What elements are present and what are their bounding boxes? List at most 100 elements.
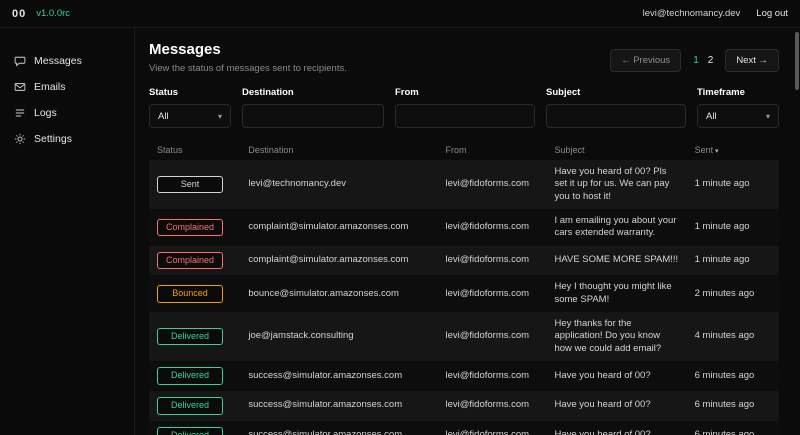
destination-cell: complaint@simulator.amazonses.com bbox=[240, 209, 437, 246]
user-email: levi@technomancy.dev bbox=[643, 8, 741, 19]
previous-button[interactable]: ← Previous bbox=[610, 49, 681, 72]
table-row[interactable]: Complained complaint@simulator.amazonses.… bbox=[149, 209, 779, 246]
logout-link[interactable]: Log out bbox=[756, 8, 788, 19]
sent-cell: 1 minute ago bbox=[687, 160, 779, 209]
table-row[interactable]: Deliveredsuccess@simulator.amazonses.com… bbox=[149, 391, 779, 421]
sent-cell: 2 minutes ago bbox=[687, 275, 779, 312]
logs-icon bbox=[14, 107, 26, 119]
column-header-sent[interactable]: Sent ▾ bbox=[687, 140, 779, 160]
messages-icon bbox=[14, 55, 26, 67]
destination-cell: complaint@simulator.amazonses.com bbox=[240, 246, 437, 276]
from-cell: levi@fidoforms.com bbox=[438, 421, 547, 435]
sidebar-item-label: Emails bbox=[34, 81, 66, 93]
subject-cell: Hey thanks for the application! Do you k… bbox=[546, 312, 686, 361]
status-badge: Sent bbox=[157, 176, 223, 194]
scrollbar-thumb[interactable] bbox=[795, 32, 799, 90]
status-badge: Delivered bbox=[157, 427, 223, 435]
destination-cell: success@simulator.amazonses.com bbox=[240, 421, 437, 435]
filter-label-status: Status bbox=[149, 87, 231, 98]
gear-icon bbox=[14, 133, 26, 145]
pagination: ← Previous 12 Next → bbox=[610, 49, 779, 72]
page-number-1[interactable]: 1 bbox=[693, 55, 699, 66]
status-badge: Bounced bbox=[157, 285, 223, 303]
filter-field-destination bbox=[242, 104, 384, 128]
table-row[interactable]: Bounced bounce@simulator.amazonses.comlev… bbox=[149, 275, 779, 312]
filter-label-subject: Subject bbox=[546, 87, 686, 98]
sidebar: Messages Emails Logs Settings bbox=[0, 28, 135, 435]
filter-field-from bbox=[395, 104, 535, 128]
table-row[interactable]: Delivered success@simulator.amazonses.com… bbox=[149, 361, 779, 391]
column-header-from: From bbox=[438, 140, 547, 160]
filter-select-timeframe[interactable]: All ▾ bbox=[697, 104, 779, 128]
sent-cell: 4 minutes ago bbox=[687, 312, 779, 361]
sort-icon: ▾ bbox=[713, 148, 718, 155]
messages-table: StatusDestinationFromSubjectSent ▾ Sentl… bbox=[149, 140, 779, 435]
next-button[interactable]: Next → bbox=[725, 49, 779, 72]
sent-cell: 1 minute ago bbox=[687, 246, 779, 276]
from-cell: levi@fidoforms.com bbox=[438, 209, 547, 246]
table-row[interactable]: Complained complaint@simulator.amazonses.… bbox=[149, 246, 779, 276]
sent-cell: 6 minutes ago bbox=[687, 391, 779, 421]
filter-input-destination[interactable] bbox=[251, 111, 375, 122]
sidebar-item-settings[interactable]: Settings bbox=[0, 126, 134, 152]
filter-select-status[interactable]: All ▾ bbox=[149, 104, 231, 128]
from-cell: levi@fidoforms.com bbox=[438, 312, 547, 361]
destination-cell: success@simulator.amazonses.com bbox=[240, 391, 437, 421]
page-subtitle: View the status of messages sent to reci… bbox=[149, 63, 347, 74]
app-logo[interactable]: 00 bbox=[12, 8, 26, 20]
table-row[interactable]: Delivered success@simulator.amazonses.com… bbox=[149, 421, 779, 435]
destination-cell: success@simulator.amazonses.com bbox=[240, 361, 437, 391]
from-cell: levi@fidoforms.com bbox=[438, 275, 547, 312]
subject-cell: I am emailing you about your cars extend… bbox=[546, 209, 686, 246]
status-badge: Delivered bbox=[157, 367, 223, 385]
from-cell: levi@fidoforms.com bbox=[438, 246, 547, 276]
page-title: Messages bbox=[149, 41, 347, 58]
filter-input-subject[interactable] bbox=[555, 111, 677, 122]
version-label: v1.0.0rc bbox=[36, 8, 70, 19]
main-content: Messages View the status of messages sen… bbox=[135, 28, 800, 435]
select-value: All bbox=[706, 111, 717, 122]
subject-cell: Have you heard of 00? bbox=[546, 421, 686, 435]
destination-cell: levi@technomancy.dev bbox=[240, 160, 437, 209]
sidebar-item-emails[interactable]: Emails bbox=[0, 74, 134, 100]
vertical-scrollbar[interactable] bbox=[794, 28, 800, 435]
sent-cell: 1 minute ago bbox=[687, 209, 779, 246]
status-badge: Complained bbox=[157, 219, 223, 237]
status-badge: Complained bbox=[157, 252, 223, 270]
filter-field-subject bbox=[546, 104, 686, 128]
subject-cell: Have you heard of 00? bbox=[546, 391, 686, 421]
sidebar-item-label: Logs bbox=[34, 107, 57, 119]
sidebar-item-logs[interactable]: Logs bbox=[0, 100, 134, 126]
status-badge: Delivered bbox=[157, 328, 223, 346]
sidebar-item-label: Messages bbox=[34, 55, 82, 67]
column-header-subject: Subject bbox=[546, 140, 686, 160]
chevron-down-icon: ▾ bbox=[218, 112, 222, 121]
destination-cell: bounce@simulator.amazonses.com bbox=[240, 275, 437, 312]
from-cell: levi@fidoforms.com bbox=[438, 160, 547, 209]
subject-cell: Have you heard of 00? bbox=[546, 361, 686, 391]
filter-label-timeframe: Timeframe bbox=[697, 87, 779, 98]
column-header-status: Status bbox=[149, 140, 240, 160]
destination-cell: joe@jamstack.consulting bbox=[240, 312, 437, 361]
top-bar: 00 v1.0.0rc levi@technomancy.dev Log out bbox=[0, 0, 800, 28]
chevron-down-icon: ▾ bbox=[766, 112, 770, 121]
filter-input-from[interactable] bbox=[404, 111, 526, 122]
mail-icon bbox=[14, 81, 26, 93]
subject-cell: HAVE SOME MORE SPAM!!! bbox=[546, 246, 686, 276]
filter-label-from: From bbox=[395, 87, 535, 98]
column-header-destination: Destination bbox=[240, 140, 437, 160]
table-row[interactable]: Delivered joe@jamstack.consultinglevi@fid… bbox=[149, 312, 779, 361]
subject-cell: Hey I thought you might like some SPAM! bbox=[546, 275, 686, 312]
from-cell: levi@fidoforms.com bbox=[438, 391, 547, 421]
subject-cell: Have you heard of 00? Pls set it up for … bbox=[546, 160, 686, 209]
sidebar-item-messages[interactable]: Messages bbox=[0, 48, 134, 74]
sidebar-item-label: Settings bbox=[34, 133, 72, 145]
table-header-row: StatusDestinationFromSubjectSent ▾ bbox=[149, 140, 779, 160]
page-number-2[interactable]: 2 bbox=[708, 55, 714, 66]
from-cell: levi@fidoforms.com bbox=[438, 361, 547, 391]
table-row[interactable]: Sent levi@technomancy.devlevi@fidoforms.c… bbox=[149, 160, 779, 209]
select-value: All bbox=[158, 111, 169, 122]
filter-bar: StatusAll▾DestinationFromSubjectTimefram… bbox=[149, 87, 779, 128]
sent-cell: 6 minutes ago bbox=[687, 421, 779, 435]
page-numbers: 12 bbox=[693, 55, 713, 66]
